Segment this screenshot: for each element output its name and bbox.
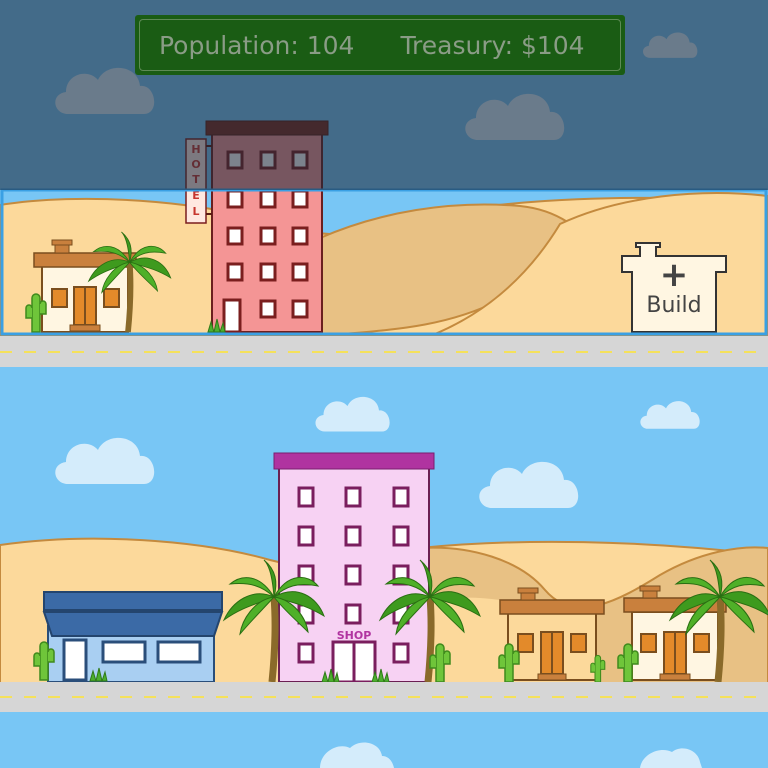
plus-icon[interactable]: + <box>626 255 722 295</box>
treasury-counter: Treasury: $104 <box>400 30 585 60</box>
hud-inner-frame: Population: 104 Treasury: $104 <box>139 19 621 71</box>
shop-tower[interactable]: SHOP <box>273 452 435 684</box>
game-scene: SHOP E L <box>0 0 768 768</box>
house-yellow[interactable] <box>499 587 605 681</box>
svg-text:L: L <box>192 205 199 218</box>
hud-panel: Population: 104 Treasury: $104 <box>135 15 625 75</box>
population-counter: Population: 104 <box>159 30 355 60</box>
shop-sign: SHOP <box>337 629 372 642</box>
blue-storefront[interactable] <box>42 591 224 683</box>
build-button-label[interactable]: Build <box>626 293 722 318</box>
